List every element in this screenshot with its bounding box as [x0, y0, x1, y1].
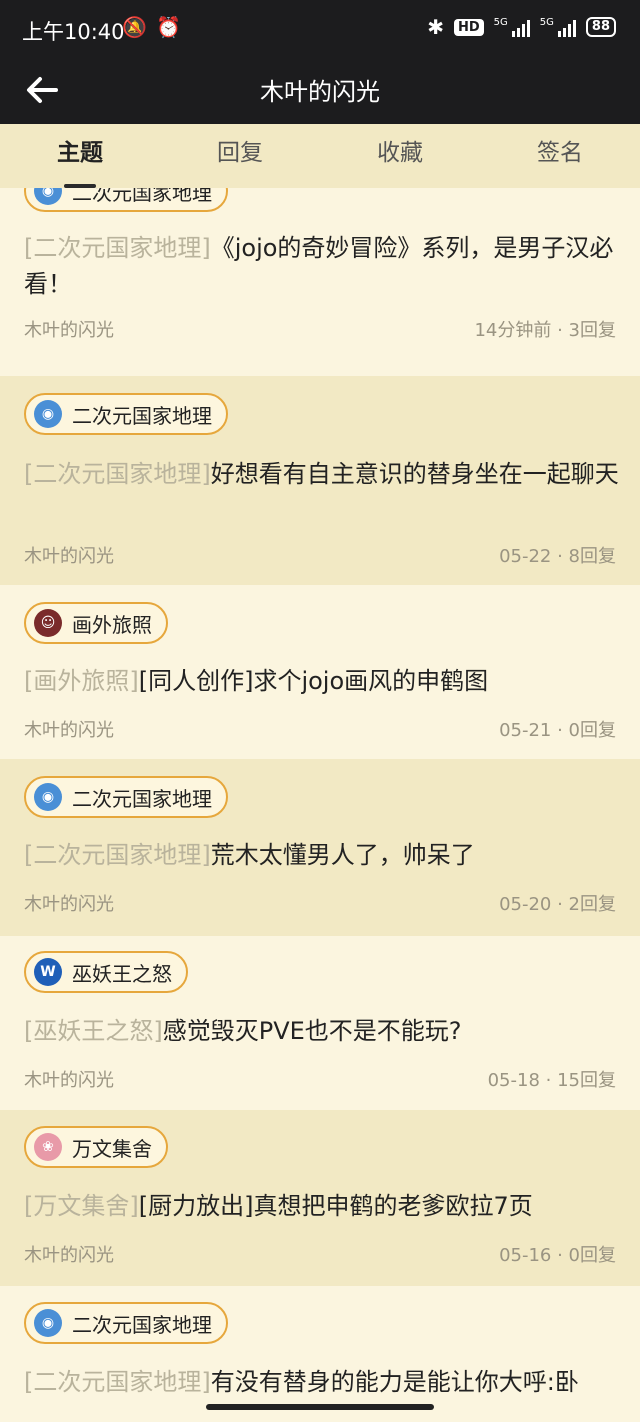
post-prefix: [二次元国家地理]	[24, 234, 211, 262]
post-replies: 8回复	[568, 546, 616, 567]
muted-bell-icon: 🔕	[122, 15, 147, 39]
post-time: 14分钟前	[474, 320, 552, 341]
post-prefix: [二次元国家地理]	[24, 460, 211, 488]
post-title[interactable]: [二次元国家地理]荒木太懂男人了，帅呆了	[24, 837, 620, 873]
post-title[interactable]: [二次元国家地理]《jojo的奇妙冒险》系列，是男子汉必看！	[24, 230, 620, 302]
post-meta: 05-22 · 8回复	[499, 546, 616, 567]
post-title-text: 感觉毁灭PVE也不是不能玩?	[162, 1017, 462, 1045]
character-icon: ☺	[34, 609, 62, 637]
battery-icon: 88	[585, 17, 616, 37]
post-time: 05-21	[499, 720, 552, 741]
forum-tag[interactable]: ☺ 画外旅照	[24, 602, 168, 644]
forum-tag[interactable]: W 巫妖王之怒	[24, 951, 188, 993]
post-title-text: [同人创作]求个jojo画风的申鹤图	[138, 667, 489, 695]
status-bar: 上午10:40 🔕 ⏰ ✱ HD 5G 5G 88	[0, 0, 640, 56]
forum-tag[interactable]: ◉ 二次元国家地理	[24, 1302, 228, 1344]
forum-tag[interactable]: ◉ 二次元国家地理	[24, 776, 228, 818]
post-title[interactable]: [画外旅照][同人创作]求个jojo画风的申鹤图	[24, 663, 620, 699]
post-prefix: [巫妖王之怒]	[24, 1017, 163, 1045]
wow-logo-icon: W	[34, 958, 62, 986]
forum-tag[interactable]: ◉ 二次元国家地理	[24, 188, 228, 212]
forum-name: 画外旅照	[72, 612, 152, 637]
forum-tag[interactable]: ❀ 万文集舍	[24, 1126, 168, 1168]
post-title[interactable]: [巫妖王之怒]感觉毁灭PVE也不是不能玩?	[24, 1013, 620, 1049]
network-type-2: 5G	[539, 17, 554, 28]
globe-icon: ◉	[34, 188, 62, 205]
page-title: 木叶的闪光	[260, 78, 380, 106]
post-time: 05-20	[499, 894, 552, 915]
post-replies: 15回复	[557, 1070, 616, 1091]
post-replies: 2回复	[568, 894, 616, 915]
status-time: 上午10:40	[22, 20, 125, 44]
network-type: 5G	[493, 17, 508, 28]
list-item[interactable]: ❀ 万文集舍 [万文集舍][厨力放出]真想把申鹤的老爹欧拉7页 木叶的闪光 05…	[0, 1110, 640, 1286]
post-title[interactable]: [二次元国家地理]有没有替身的能力是能让你大呼:卧	[24, 1364, 620, 1400]
post-meta: 14分钟前 · 3回复	[474, 320, 616, 341]
signal-icon-2: 5G	[540, 17, 576, 37]
post-time: 05-16	[499, 1245, 552, 1266]
post-meta: 05-18 · 15回复	[487, 1070, 616, 1091]
list-item[interactable]: ◉ 二次元国家地理 [二次元国家地理]荒木太懂男人了，帅呆了 木叶的闪光 05-…	[0, 759, 640, 936]
post-title-text: 有没有替身的能力是能让你大呼:卧	[210, 1368, 579, 1396]
alarm-icon: ⏰	[156, 15, 181, 39]
tab-favorites[interactable]: 收藏	[320, 124, 480, 188]
post-title-text: 荒木太懂男人了，帅呆了	[210, 841, 475, 869]
post-time: 05-22	[499, 546, 552, 567]
post-author[interactable]: 木叶的闪光	[24, 316, 114, 342]
post-author[interactable]: 木叶的闪光	[24, 890, 114, 916]
post-replies: 0回复	[568, 720, 616, 741]
post-replies: 3回复	[568, 320, 616, 341]
forum-tag[interactable]: ◉ 二次元国家地理	[24, 393, 228, 435]
tab-signature[interactable]: 签名	[480, 124, 640, 188]
forum-name: 二次元国家地理	[72, 1312, 212, 1337]
tab-topics[interactable]: 主题	[0, 124, 160, 188]
post-title[interactable]: [二次元国家地理]好想看有自主意识的替身坐在一起聊天	[24, 456, 620, 492]
forum-name: 二次元国家地理	[72, 188, 212, 205]
anime-girl-icon: ❀	[34, 1133, 62, 1161]
post-meta: 05-16 · 0回复	[499, 1245, 616, 1266]
list-item[interactable]: W 巫妖王之怒 [巫妖王之怒]感觉毁灭PVE也不是不能玩? 木叶的闪光 05-1…	[0, 936, 640, 1110]
home-indicator[interactable]	[206, 1404, 434, 1410]
forum-name: 巫妖王之怒	[72, 961, 172, 986]
post-title[interactable]: [万文集舍][厨力放出]真想把申鹤的老爹欧拉7页	[24, 1188, 620, 1224]
tab-replies[interactable]: 回复	[160, 124, 320, 188]
bluetooth-icon: ✱	[427, 15, 444, 39]
post-meta: 05-20 · 2回复	[499, 894, 616, 915]
status-indicators: ✱ HD 5G 5G 88	[427, 15, 616, 39]
forum-name: 万文集舍	[72, 1136, 152, 1161]
app-bar: 木叶的闪光	[0, 56, 640, 124]
list-item[interactable]: ◉ 二次元国家地理 [二次元国家地理]有没有替身的能力是能让你大呼:卧	[0, 1286, 640, 1422]
signal-icon: 5G	[494, 17, 530, 37]
post-author[interactable]: 木叶的闪光	[24, 542, 114, 568]
forum-name: 二次元国家地理	[72, 786, 212, 811]
list-item[interactable]: ☺ 画外旅照 [画外旅照][同人创作]求个jojo画风的申鹤图 木叶的闪光 05…	[0, 585, 640, 759]
globe-icon: ◉	[34, 1309, 62, 1337]
globe-icon: ◉	[34, 400, 62, 428]
post-prefix: [二次元国家地理]	[24, 1368, 211, 1396]
globe-icon: ◉	[34, 783, 62, 811]
post-author[interactable]: 木叶的闪光	[24, 1241, 114, 1267]
post-title-text: 好想看有自主意识的替身坐在一起聊天	[210, 460, 619, 488]
post-meta: 05-21 · 0回复	[499, 720, 616, 741]
post-prefix: [万文集舍]	[24, 1192, 139, 1220]
post-prefix: [二次元国家地理]	[24, 841, 211, 869]
post-prefix: [画外旅照]	[24, 667, 139, 695]
tab-bar: 主题 回复 收藏 签名	[0, 124, 640, 188]
post-time: 05-18	[487, 1070, 540, 1091]
post-author[interactable]: 木叶的闪光	[24, 716, 114, 742]
post-author[interactable]: 木叶的闪光	[24, 1066, 114, 1092]
list-item[interactable]: ◉ 二次元国家地理 [二次元国家地理]《jojo的奇妙冒险》系列，是男子汉必看！…	[0, 188, 640, 376]
post-title-text: [厨力放出]真想把申鹤的老爹欧拉7页	[138, 1192, 533, 1220]
post-list[interactable]: ◉ 二次元国家地理 [二次元国家地理]《jojo的奇妙冒险》系列，是男子汉必看！…	[0, 188, 640, 1422]
post-replies: 0回复	[568, 1245, 616, 1266]
list-item[interactable]: ◉ 二次元国家地理 [二次元国家地理]好想看有自主意识的替身坐在一起聊天 木叶的…	[0, 376, 640, 585]
forum-name: 二次元国家地理	[72, 403, 212, 428]
hd-badge: HD	[453, 18, 484, 36]
